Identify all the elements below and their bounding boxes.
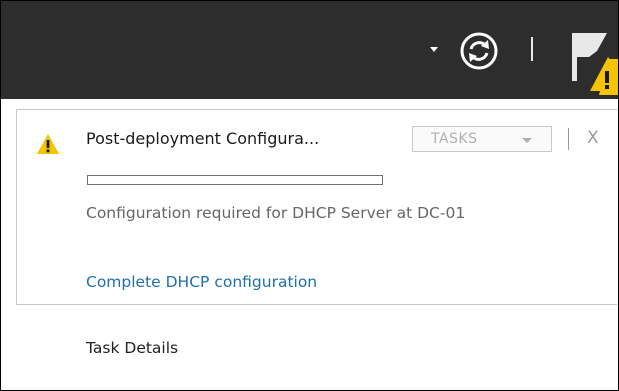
chevron-down-icon — [522, 138, 532, 143]
task-details-link[interactable]: Task Details — [86, 339, 178, 357]
toolbar — [1, 1, 618, 99]
progress-bar — [87, 175, 383, 185]
separator — [568, 128, 569, 150]
toolbar-separator — [531, 37, 533, 61]
complete-dhcp-configuration-link[interactable]: Complete DHCP configuration — [86, 273, 317, 291]
server-manager-window: Post-deployment Configura... TASKS X Con… — [0, 0, 619, 391]
notifications-flag-warning-icon[interactable] — [563, 29, 618, 95]
refresh-icon[interactable] — [459, 31, 499, 71]
tasks-label: TASKS — [431, 131, 478, 147]
chevron-down-icon[interactable] — [430, 47, 438, 52]
tasks-dropdown[interactable]: TASKS — [412, 126, 552, 152]
warning-icon — [37, 134, 59, 154]
notification-panel: Post-deployment Configura... TASKS X Con… — [16, 109, 617, 305]
notification-title: Post-deployment Configura... — [86, 129, 320, 148]
close-button[interactable]: X — [587, 128, 599, 148]
notification-description: Configuration required for DHCP Server a… — [86, 204, 466, 222]
